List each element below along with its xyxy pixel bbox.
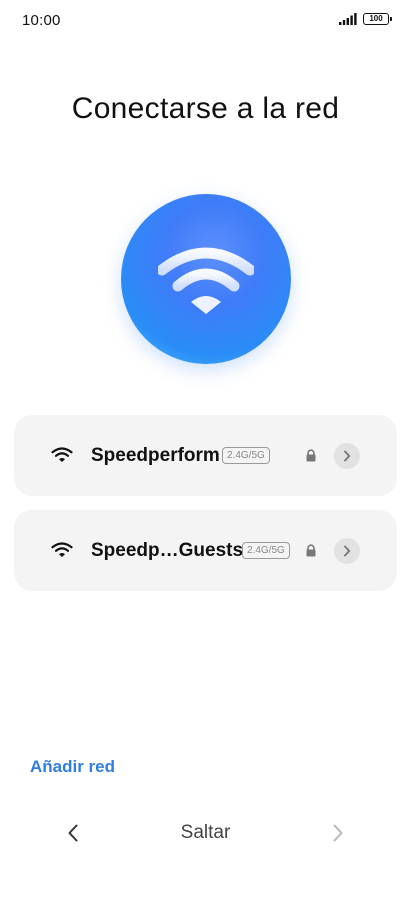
network-item[interactable]: Speedp…Guests 2.4G/5G bbox=[14, 510, 397, 591]
chevron-right-icon bbox=[333, 824, 343, 842]
status-icons: 100 bbox=[339, 13, 392, 25]
wifi-setup-screen: 10:00 100 Conectarse a la red Speedperfo… bbox=[0, 0, 411, 914]
status-bar: 10:00 100 bbox=[0, 0, 411, 44]
battery-icon: 100 bbox=[363, 13, 392, 25]
skip-button[interactable]: Saltar bbox=[181, 822, 231, 844]
band-badge: 2.4G/5G bbox=[222, 447, 270, 464]
lock-icon bbox=[306, 544, 316, 557]
next-button[interactable] bbox=[325, 820, 351, 846]
battery-level: 100 bbox=[369, 14, 383, 23]
chevron-right-icon bbox=[344, 545, 351, 557]
wifi-hero-icon bbox=[121, 194, 291, 364]
signal-icon bbox=[339, 13, 357, 25]
chevron-right-icon bbox=[344, 450, 351, 462]
band-badge: 2.4G/5G bbox=[242, 542, 290, 559]
network-details-button[interactable] bbox=[334, 443, 360, 469]
page-title: Conectarse a la red bbox=[71, 92, 340, 125]
lock-icon bbox=[306, 449, 316, 462]
wifi-icon bbox=[51, 447, 73, 462]
wifi-icon bbox=[158, 247, 254, 314]
network-item[interactable]: Speedperform 2.4G/5G bbox=[14, 415, 397, 496]
status-time: 10:00 bbox=[22, 12, 61, 29]
network-details-button[interactable] bbox=[334, 538, 360, 564]
network-name: Speedperform bbox=[91, 445, 220, 466]
add-network-link[interactable]: Añadir red bbox=[30, 757, 115, 777]
network-name: Speedp…Guests bbox=[91, 540, 244, 561]
wifi-icon bbox=[51, 542, 73, 557]
